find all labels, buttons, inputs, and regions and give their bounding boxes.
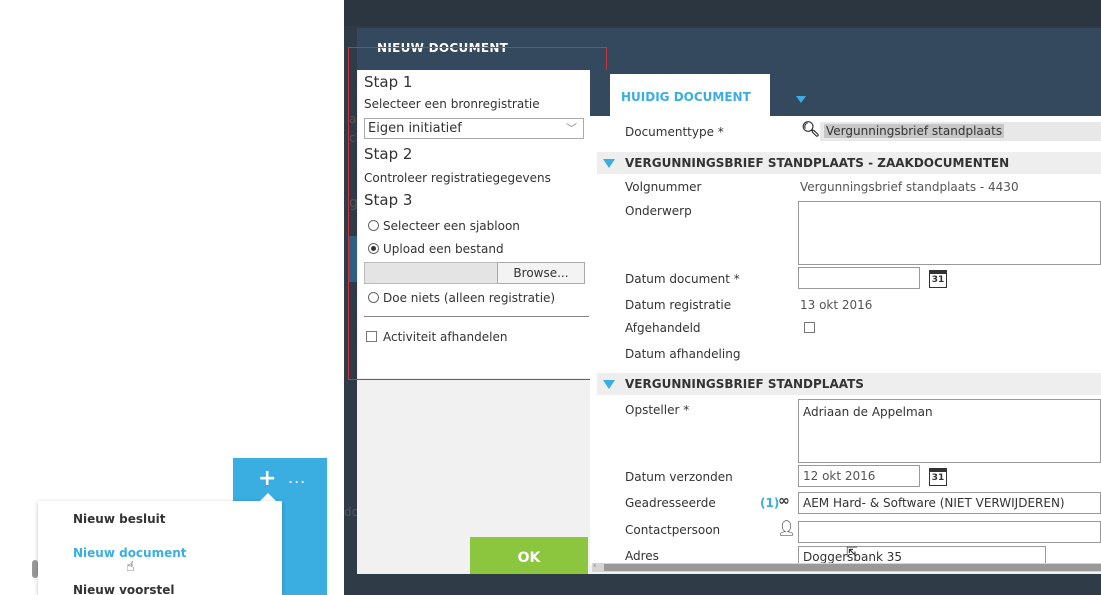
geadresseerde-count[interactable]: (1) bbox=[760, 496, 779, 510]
step1-title: Stap 1 bbox=[364, 73, 413, 91]
volgnummer-value: Vergunningsbrief standplaats - 4430 bbox=[800, 180, 1019, 194]
scroll-left-icon[interactable]: ‹ bbox=[593, 561, 597, 571]
document-form bbox=[590, 70, 1101, 565]
volgnummer-label: Volgnummer bbox=[625, 180, 702, 194]
step1-subtitle: Selecteer een bronregistratie bbox=[364, 97, 540, 111]
calendar-icon[interactable]: 31 bbox=[929, 468, 947, 486]
documenttype-field[interactable]: Vergunningsbrief standplaats bbox=[820, 122, 1101, 141]
radio-label: Selecteer een sjabloon bbox=[383, 219, 520, 233]
top-strip bbox=[344, 0, 1101, 26]
contactpersoon-field[interactable] bbox=[798, 521, 1101, 543]
menu-pointer bbox=[260, 493, 276, 501]
datum-registratie-label: Datum registratie bbox=[625, 298, 732, 312]
afgehandeld-checkbox[interactable] bbox=[804, 322, 815, 333]
datum-document-input[interactable] bbox=[798, 267, 920, 289]
radio-button[interactable] bbox=[368, 243, 379, 254]
link-icon[interactable]: ∞ bbox=[778, 493, 790, 509]
section-title: VERGUNNINGSBRIEF STANDPLAATS - ZAAKDOCUM… bbox=[625, 156, 1010, 170]
onderwerp-textarea[interactable] bbox=[798, 201, 1101, 265]
step2-title: Stap 2 bbox=[364, 145, 413, 163]
checkbox[interactable] bbox=[366, 331, 377, 342]
hand-cursor-icon: ☝ bbox=[126, 559, 135, 575]
radio-label: Upload een bestand bbox=[383, 242, 504, 256]
add-icon[interactable]: + bbox=[258, 468, 276, 490]
contactpersoon-label: Contactpersoon bbox=[625, 523, 721, 537]
bronregistratie-value: Eigen initiatief bbox=[368, 121, 462, 136]
step3-title: Stap 3 bbox=[364, 191, 413, 209]
new-item-menu: Nieuw besluit Nieuw document Nieuw voors… bbox=[38, 501, 282, 595]
collapse-icon[interactable] bbox=[603, 380, 615, 389]
radio-label: Doe niets (alleen registratie) bbox=[383, 291, 556, 305]
more-icon[interactable]: ... bbox=[288, 470, 306, 486]
documenttype-label: Documenttype * bbox=[625, 125, 724, 139]
menu-item-nieuw-besluit[interactable]: Nieuw besluit bbox=[73, 512, 165, 526]
add-person-icon[interactable]: 👤︎ bbox=[777, 519, 796, 537]
screen: + ... Nieuw besluit Nieuw document Nieuw… bbox=[0, 0, 1101, 595]
calendar-icon[interactable]: 31 bbox=[929, 270, 947, 288]
geadresseerde-field[interactable]: AEM Hard- & Software (NIET VERWIJDEREN) bbox=[798, 492, 1101, 514]
checkbox-label: Activiteit afhandelen bbox=[383, 330, 508, 344]
afgehandeld-label: Afgehandeld bbox=[625, 321, 701, 335]
browse-button[interactable]: Browse... bbox=[497, 262, 585, 284]
radio-button[interactable] bbox=[368, 220, 379, 231]
radio-upload-bestand[interactable]: Upload een bestand bbox=[368, 242, 504, 256]
radio-button[interactable] bbox=[368, 292, 379, 303]
scrollbar-thumb[interactable] bbox=[604, 564, 1101, 571]
datum-verzonden-input[interactable]: 12 okt 2016 bbox=[798, 465, 920, 487]
onderwerp-label: Onderwerp bbox=[625, 204, 692, 218]
dialog-bottom-bar bbox=[344, 574, 1101, 595]
geadresseerde-label: Geadresseerde bbox=[625, 496, 716, 510]
search-icon[interactable]: 🔍︎ bbox=[801, 120, 820, 138]
step2-subtitle: Controleer registratiegegevens bbox=[364, 171, 551, 185]
pointer-cursor-icon: ⇱ bbox=[846, 545, 858, 561]
menu-item-nieuw-voorstel[interactable]: Nieuw voorstel bbox=[73, 583, 174, 595]
collapse-icon[interactable] bbox=[603, 159, 615, 168]
tab-label: HUIDIG DOCUMENT bbox=[621, 90, 751, 104]
radio-doe-niets[interactable]: Doe niets (alleen registratie) bbox=[368, 291, 555, 305]
opsteller-field[interactable]: Adriaan de Appelman bbox=[798, 399, 1101, 463]
datum-verzonden-label: Datum verzonden bbox=[625, 470, 733, 484]
opsteller-label: Opsteller * bbox=[625, 403, 690, 417]
section-title: VERGUNNINGSBRIEF STANDPLAATS bbox=[625, 377, 864, 391]
tab-dropdown-icon[interactable] bbox=[796, 96, 806, 103]
bronregistratie-select[interactable]: Eigen initiatief ﹀ bbox=[364, 118, 584, 139]
section-zaakdocumenten[interactable]: VERGUNNINGSBRIEF STANDPLAATS - ZAAKDOCUM… bbox=[597, 152, 1101, 174]
section-vergunningsbrief[interactable]: VERGUNNINGSBRIEF STANDPLAATS bbox=[597, 373, 1101, 395]
adres-label: Adres bbox=[625, 549, 659, 563]
ok-button[interactable]: OK bbox=[470, 537, 588, 579]
datum-registratie-value: 13 okt 2016 bbox=[800, 298, 873, 312]
datum-afhandeling-label: Datum afhandeling bbox=[625, 347, 741, 361]
activiteit-afhandelen-checkbox[interactable]: Activiteit afhandelen bbox=[366, 330, 507, 344]
divider bbox=[364, 316, 589, 317]
chevron-down-icon: ﹀ bbox=[566, 122, 577, 135]
radio-selecteer-sjabloon[interactable]: Selecteer een sjabloon bbox=[368, 219, 520, 233]
datum-document-label: Datum document * bbox=[625, 272, 740, 286]
menu-item-nieuw-document[interactable]: Nieuw document bbox=[73, 546, 187, 560]
documenttype-value: Vergunningsbrief standplaats bbox=[824, 124, 1005, 138]
